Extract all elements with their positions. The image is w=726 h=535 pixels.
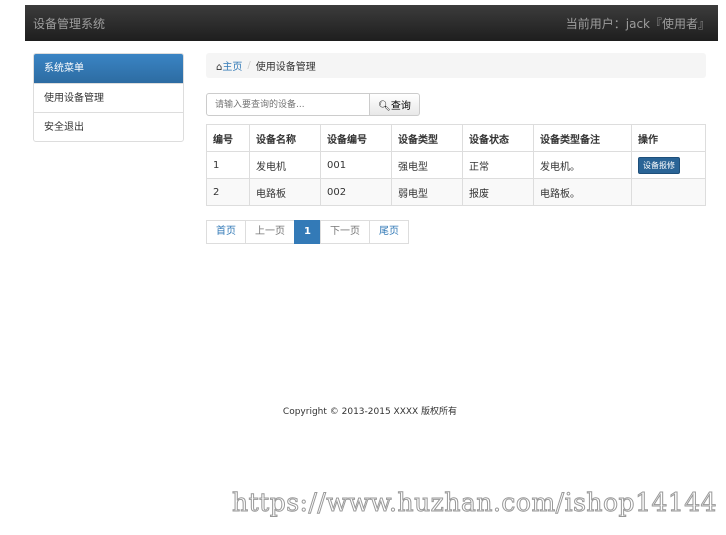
cell: 2 [206,178,250,206]
cell [631,178,706,206]
current-user: 当前用户：jack『使用者』 [565,16,710,31]
col-header: 操作 [631,124,706,152]
table-row: 1 发电机 001 强电型 正常 发电机。 设备报修 [206,151,706,179]
footer-copyright: Copyright © 2013-2015 XXXX 版权所有 [282,407,458,417]
cell: 设备报修 [631,151,706,179]
table-row: 2 电路板 002 弱电型 报废 电路板。 [206,178,706,206]
watermark: https://www.huzhan.com/ishop14144 [231,488,718,518]
app-title[interactable]: 设备管理系统 [33,15,105,32]
device-table: 编号 设备名称 设备编号 设备类型 设备状态 设备类型备注 操作 1 发电机 0… [206,124,706,206]
cell: 002 [320,178,392,206]
col-header: 设备编号 [320,124,392,152]
breadcrumb: ⌂主页 / 使用设备管理 [206,53,706,78]
breadcrumb-current: 使用设备管理 [255,62,316,73]
cell: 弱电型 [391,178,463,206]
cell: 发电机 [249,151,321,179]
repair-button[interactable]: 设备报修 [638,156,680,174]
sidebar-item-logout[interactable]: 安全退出 [34,112,183,141]
col-header: 编号 [206,124,250,152]
cell: 强电型 [391,151,463,179]
col-header: 设备名称 [249,124,321,152]
page-next[interactable]: 下一页 [319,220,370,244]
col-header: 设备类型备注 [533,124,632,152]
page-last[interactable]: 尾页 [368,220,409,244]
search-button[interactable]: 🔍︎查询 [370,93,420,116]
search-input[interactable] [206,93,370,116]
sidebar-item-device-management[interactable]: 使用设备管理 [34,83,183,112]
sidebar: 系统菜单 使用设备管理 安全退出 [33,53,184,142]
navbar: 设备管理系统 当前用户：jack『使用者』 [25,5,718,41]
sidebar-header: 系统菜单 [34,54,183,83]
col-header: 设备类型 [391,124,463,152]
cell: 正常 [462,151,534,179]
breadcrumb-separator: / [247,60,251,71]
cell: 报废 [462,178,534,206]
page-current[interactable]: 1 [294,220,321,244]
search-group: 🔍︎查询 [206,93,420,116]
col-header: 设备状态 [462,124,534,152]
cell: 电路板 [249,178,321,206]
cell: 001 [320,151,392,179]
page-prev[interactable]: 上一页 [245,220,295,244]
cell: 1 [206,151,250,179]
search-icon: 🔍︎ [378,101,391,112]
cell: 发电机。 [533,151,632,179]
page-first[interactable]: 首页 [206,220,246,244]
breadcrumb-home[interactable]: ⌂主页 [216,58,242,73]
cell: 电路板。 [533,178,632,206]
pagination: 首页 上一页 1 下一页 尾页 [206,220,409,244]
